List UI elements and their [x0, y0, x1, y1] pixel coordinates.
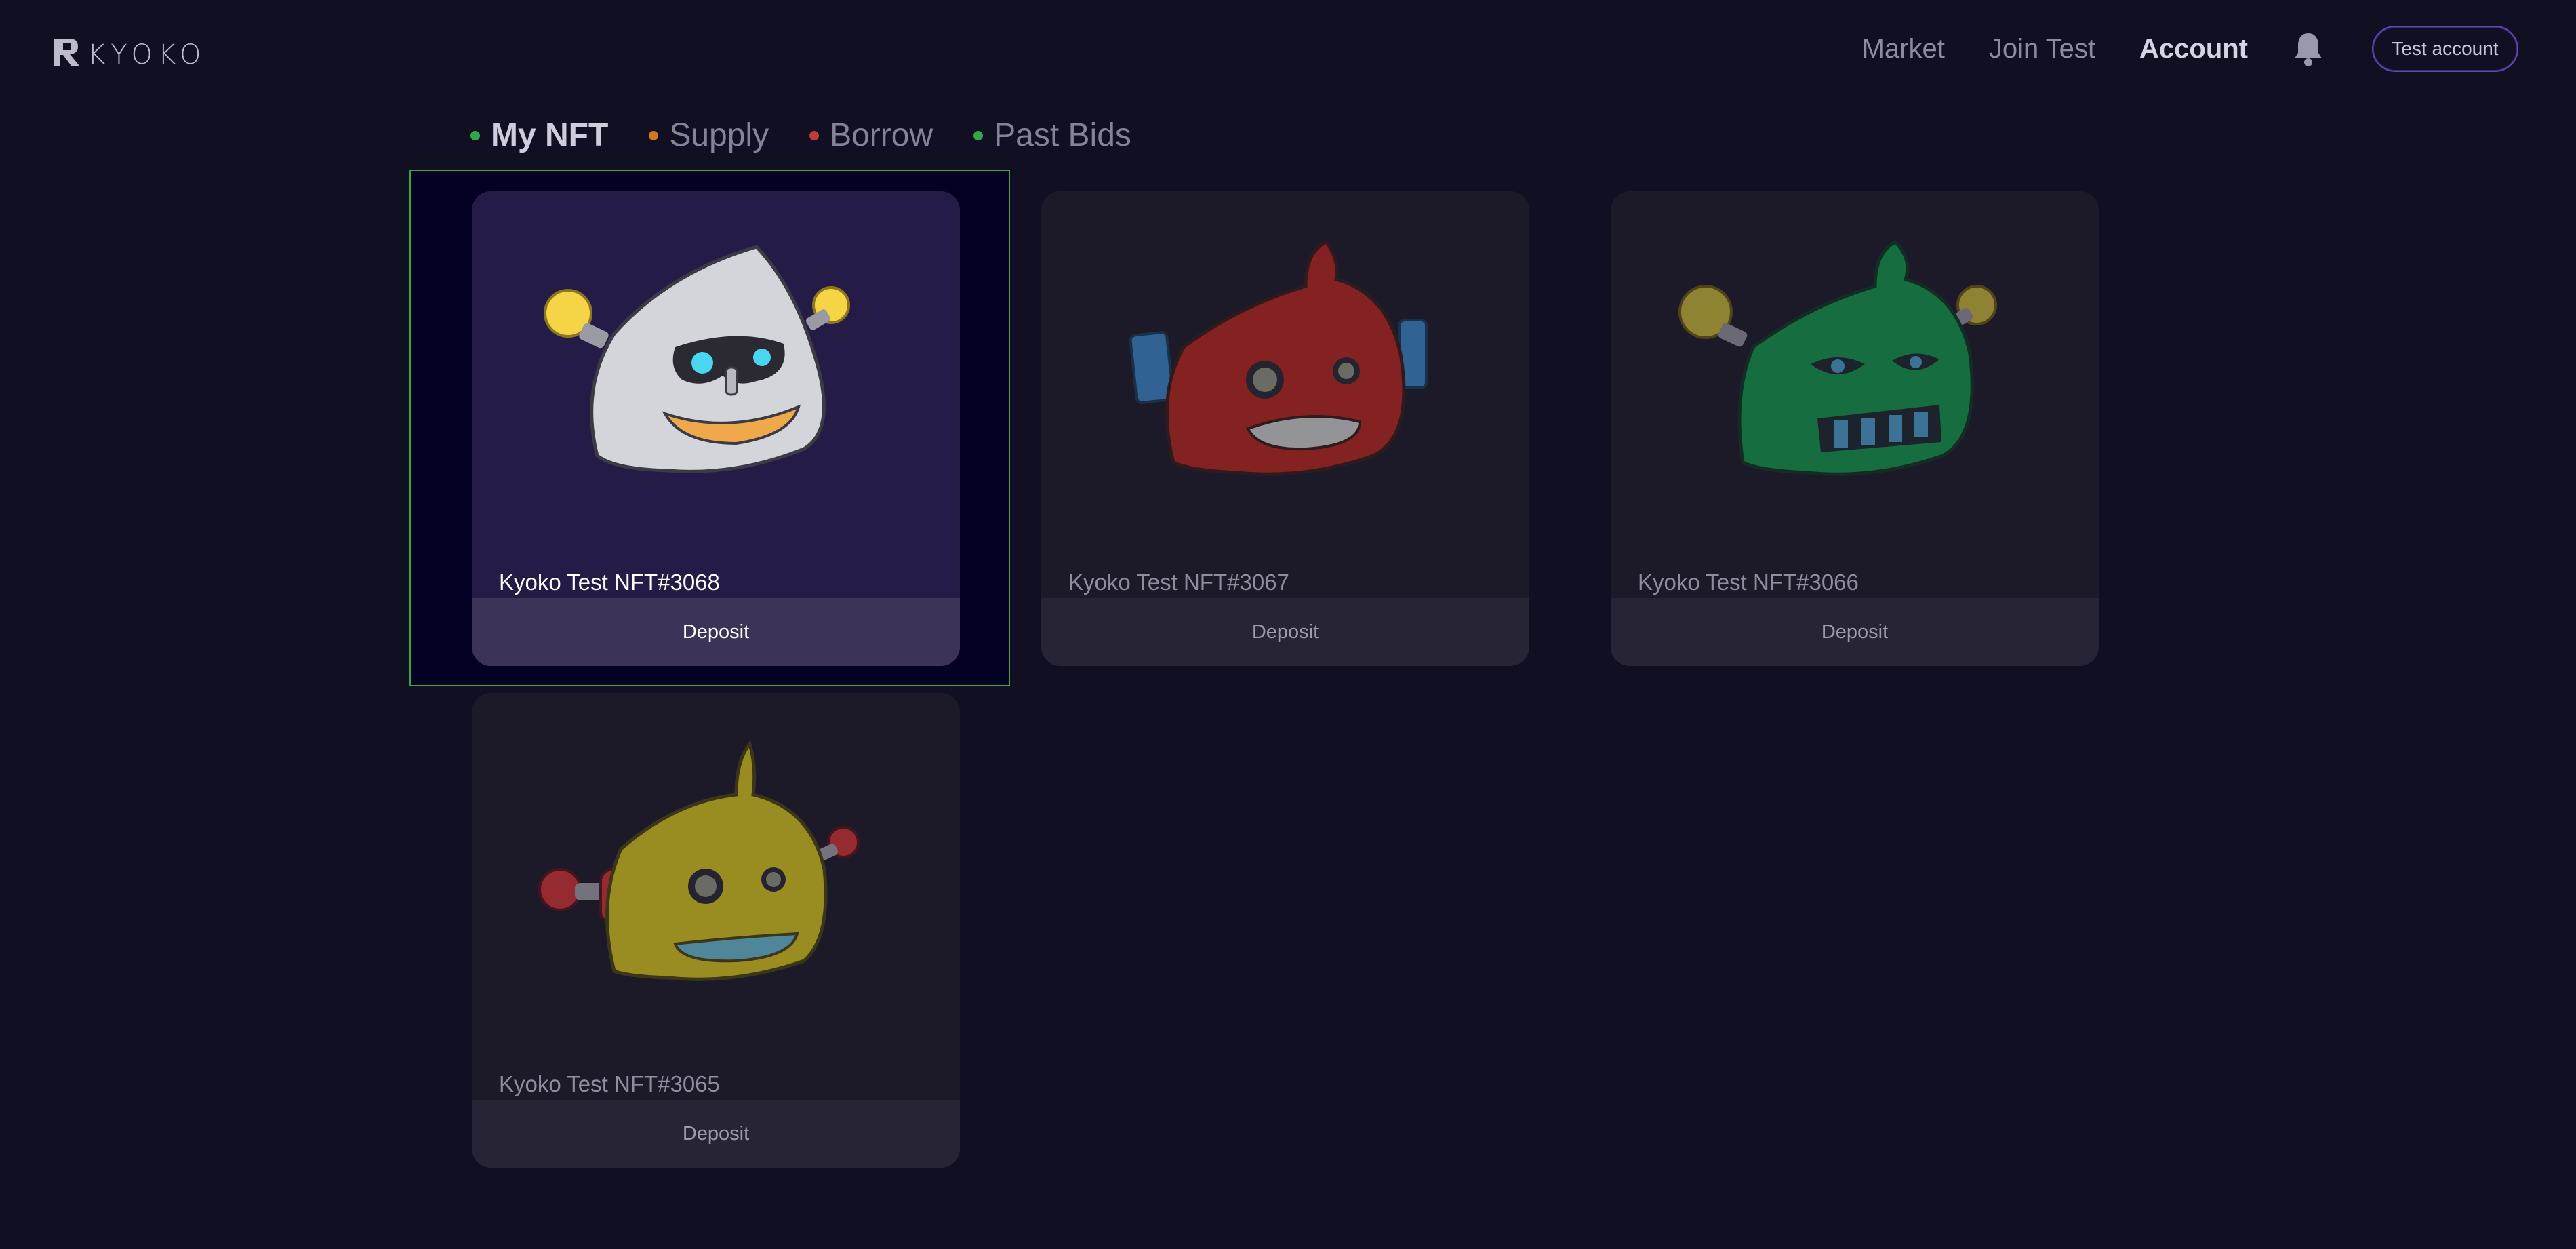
nft-title: Kyoko Test NFT#3066	[1638, 570, 1859, 595]
nft-title: Kyoko Test NFT#3067	[1068, 570, 1289, 595]
tab-dot	[470, 130, 480, 140]
tab-label: Past Bids	[994, 117, 1131, 153]
tab-label: Supply	[669, 117, 769, 153]
tab-my-nft[interactable]: My NFT	[470, 117, 608, 154]
nft-card[interactable]: Kyoko Test NFT#3065 Deposit	[472, 693, 960, 1168]
nav-join-test[interactable]: Join Test	[1989, 34, 2095, 64]
nft-card[interactable]: Kyoko Test NFT#3067 Deposit	[1041, 191, 1529, 666]
nft-robot-image	[538, 740, 860, 981]
nav-market[interactable]: Market	[1862, 34, 1945, 64]
account-tabs: My NFT Supply Borrow Past Bids	[470, 117, 1172, 154]
logo-mark-icon	[54, 39, 79, 66]
nft-title: Kyoko Test NFT#3065	[499, 1071, 720, 1096]
deposit-button[interactable]: Deposit	[472, 598, 960, 666]
nft-robot-image	[1678, 239, 1997, 476]
tab-dot	[649, 130, 659, 140]
nft-title: Kyoko Test NFT#3068	[499, 570, 720, 595]
top-nav: Market Join Test Account Test account	[1862, 26, 2576, 72]
nft-card[interactable]: Kyoko Test NFT#3066 Deposit	[1611, 191, 2099, 666]
tab-dot	[973, 130, 984, 140]
tab-supply[interactable]: Supply	[649, 117, 769, 154]
tab-past-bids[interactable]: Past Bids	[973, 117, 1131, 154]
tab-label: Borrow	[830, 117, 933, 153]
tab-borrow[interactable]: Borrow	[809, 117, 933, 154]
bell-icon[interactable]	[2292, 31, 2325, 67]
deposit-button[interactable]: Deposit	[472, 1100, 960, 1168]
nft-robot-image	[1129, 239, 1428, 476]
kyoko-logo[interactable]: KYOKO	[51, 34, 207, 71]
logo-text: KYOKO	[87, 39, 207, 71]
deposit-button[interactable]: Deposit	[1611, 598, 2099, 666]
test-account-button[interactable]: Test account	[2372, 26, 2518, 72]
nft-robot-image	[544, 245, 850, 473]
nav-account[interactable]: Account	[2139, 34, 2248, 64]
nft-card[interactable]: Kyoko Test NFT#3068 Deposit	[472, 191, 960, 666]
tab-label: My NFT	[491, 117, 609, 153]
deposit-button[interactable]: Deposit	[1041, 598, 1529, 666]
tab-dot	[809, 130, 820, 140]
